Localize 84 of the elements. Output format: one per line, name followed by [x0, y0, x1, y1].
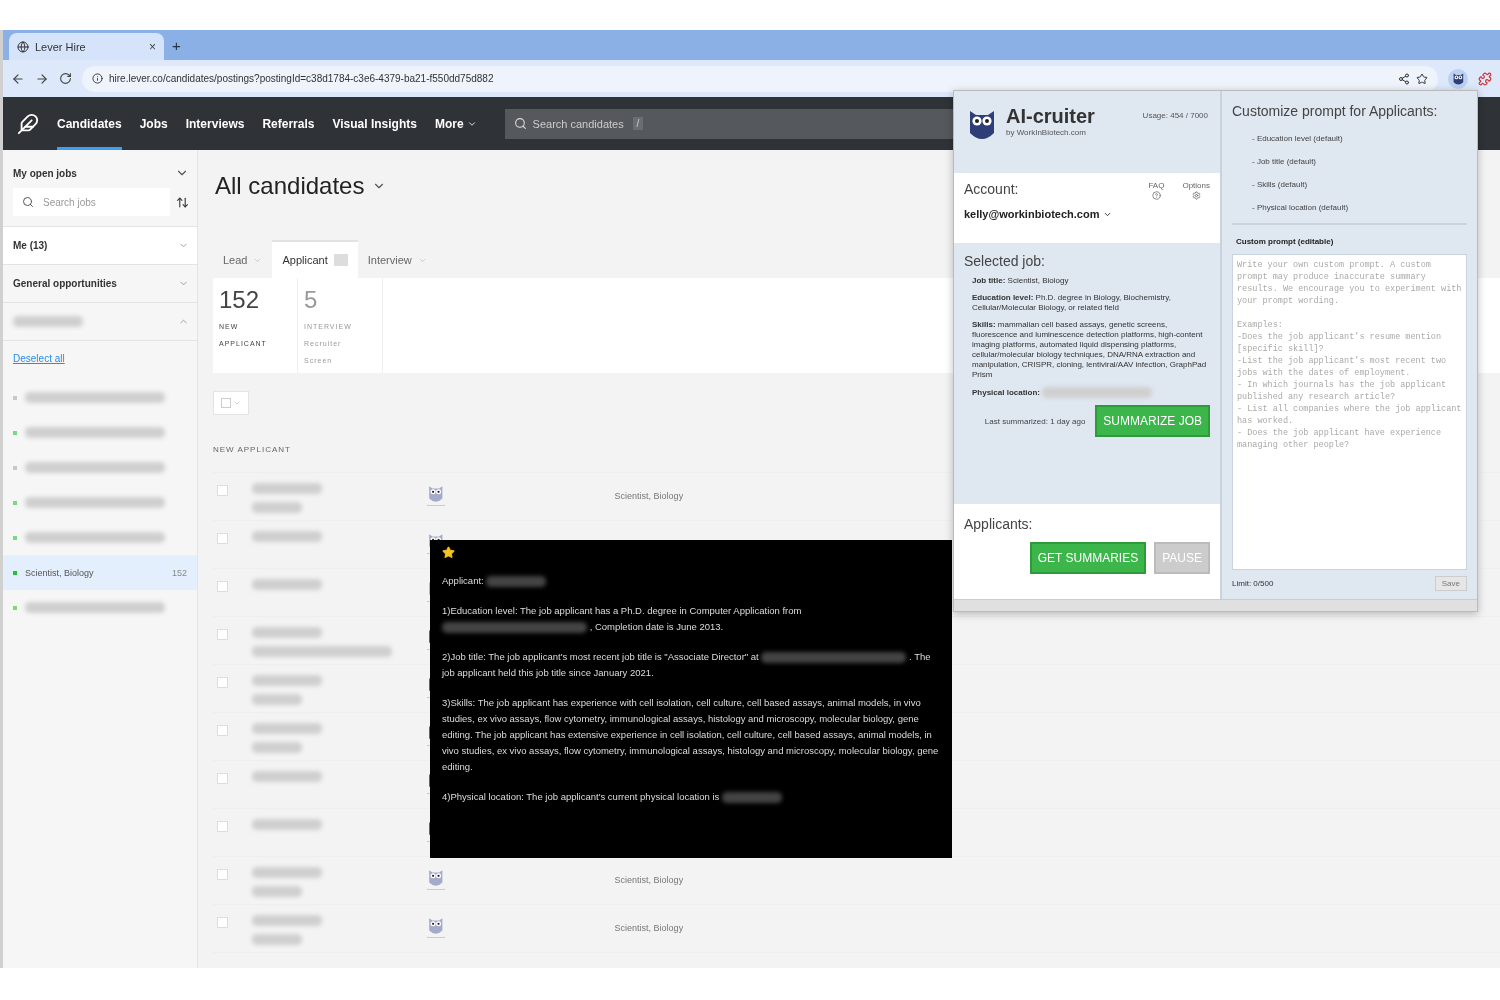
stat-count: 5: [304, 286, 319, 314]
new-tab-button[interactable]: +: [172, 36, 181, 54]
back-icon[interactable]: [11, 71, 25, 86]
url-text: hire.lever.co/candidates/postings?postingId=c38d1784-c3e6-4379-ba21-f550dd75d882: [109, 73, 494, 84]
usage-text: Usage: 454 / 7000: [1142, 111, 1208, 120]
search-icon: [513, 116, 527, 130]
row-checkbox[interactable]: [217, 581, 228, 592]
summary-paragraph: 4)Physical location: The job applicant's current physical location is: [442, 789, 940, 805]
row-checkbox[interactable]: [217, 629, 228, 640]
extension-button[interactable]: [1448, 68, 1468, 89]
default-prompt-item: - Physical location (default): [1252, 202, 1350, 213]
row-checkbox[interactable]: [217, 533, 228, 544]
sort-icon[interactable]: [176, 195, 189, 209]
row-checkbox[interactable]: [217, 773, 228, 784]
browser-tab[interactable]: Lever Hire ×: [9, 33, 164, 60]
stat-count: 152: [219, 286, 261, 314]
select-all-dropdown[interactable]: [213, 391, 249, 415]
last-summarized-text: Last summarized: 1 day ago: [984, 416, 1086, 426]
stage-tab[interactable]: Lead: [213, 240, 273, 278]
job-cell: Scientist, Biology: [614, 923, 684, 933]
account-link[interactable]: Options: [1182, 181, 1210, 200]
section-heading: Selected job:: [964, 253, 1046, 269]
reload-icon[interactable]: [59, 72, 72, 85]
limit-text: Limit: 0/500: [1232, 579, 1274, 588]
redacted-text: [13, 316, 83, 327]
nav-tab[interactable]: Jobs: [139, 97, 168, 150]
job-list-item[interactable]: Scientist, Biology 152: [3, 555, 197, 590]
logo-icon: [17, 112, 39, 135]
default-prompt-item: - Education level (default): [1252, 133, 1344, 144]
sidebar-heading: My open jobs: [13, 167, 77, 179]
job-count: 152: [171, 567, 187, 578]
help-icon: [1151, 191, 1161, 200]
page-title: All candidates: [215, 172, 365, 200]
job-group-label[interactable]: Me (13): [13, 240, 48, 251]
prompt-heading: Customize prompt for Applicants:: [1232, 103, 1439, 119]
job-cell: Scientist, Biology: [614, 875, 684, 885]
puzzle-icon[interactable]: [1478, 71, 1492, 86]
address-bar[interactable]: hire.lever.co/candidates/postings?postingId=c38d1784-c3e6-4379-ba21-f550dd75d882: [82, 65, 1438, 92]
forward-icon[interactable]: [35, 71, 49, 86]
summary-paragraph: 2)Job title: The job applicant's most recent job title is "Associate Director" at . The job applicant held this job title since January 2021.: [442, 650, 932, 680]
share-icon[interactable]: [1398, 72, 1410, 85]
custom-prompt-label: Custom prompt (editable): [1236, 237, 1335, 246]
row-checkbox[interactable]: [217, 917, 228, 928]
settings-icon: [1191, 191, 1201, 200]
job-group-label[interactable]: General opportunities: [13, 278, 117, 289]
stage-tab[interactable]: Interview: [357, 240, 437, 278]
job-cell: Scientist, Biology: [614, 491, 684, 501]
caret-icon: [233, 399, 241, 407]
search-icon: [22, 196, 34, 208]
job-field: Education level: Ph.D. degree in Biology, Biochemistry, Cellular/Molecular Biology, or related field: [964, 293, 1210, 313]
default-prompt-item: - Job title (default): [1252, 156, 1318, 167]
account-link[interactable]: FAQ: [1148, 181, 1165, 200]
favicon-icon: [17, 40, 29, 53]
summary-paragraph: 1)Education level: The job applicant has a Ph.D. degree in Computer Application from , Completion date is June 2013.: [442, 604, 803, 635]
row-checkbox[interactable]: [217, 725, 228, 736]
count-badge: [333, 254, 348, 266]
tab-close[interactable]: ×: [149, 39, 156, 54]
stage-tab[interactable]: Applicant: [272, 240, 358, 278]
site-info-icon[interactable]: [92, 73, 103, 84]
row-checkbox[interactable]: [217, 869, 228, 880]
shortcut-key: /: [632, 116, 644, 130]
checkbox[interactable]: [221, 398, 231, 408]
nav-tab[interactable]: More: [434, 97, 477, 150]
job-field: Physical location:: [964, 387, 1210, 398]
nav-tab[interactable]: Referrals: [262, 97, 315, 150]
bookmark-icon[interactable]: [1416, 72, 1428, 85]
section-heading: Applicants:: [964, 516, 1034, 532]
nav-tab[interactable]: Interviews: [185, 97, 245, 150]
default-prompt-item: - Skills (default): [1252, 179, 1309, 190]
job-field: Skills: mammalian cell based assays, genetic screens, fluorescence and luminescence detection platforms, high-content imaging platforms, automated liquid dispensing platforms, cellular/molecular biology techniques, DNA/RNA extraction and manipulation, CRISPR, cloning, lentiviral/AAV infection, GraphPad Prism: [964, 320, 1210, 380]
job-search-field[interactable]: Search jobs: [13, 188, 170, 216]
tab-title: Lever Hire: [35, 40, 87, 53]
horizontal-scrollbar[interactable]: [954, 599, 1477, 611]
summary-paragraph: Applicant:: [442, 573, 940, 589]
nav-tab[interactable]: Visual Insights: [332, 97, 417, 150]
row-checkbox[interactable]: [217, 821, 228, 832]
summary-paragraph: 3)Skills: The job applicant has experience with cell isolation, cell culture, cell based assays, animal models, in vivo studies, ex vivo assays, flow cytometry, immunological assays, histology and microscopy, molecular biology, gene editing. The job applicant has extensive experience in cell isolation, cell culture, cell based assays, animal models, in vivo studies, ex vivo assays, flow cytometry, immunological assays, histology and microscopy, molecular biology, gene editing.: [442, 696, 940, 774]
row-checkbox[interactable]: [217, 677, 228, 688]
job-title: Scientist, Biology: [25, 567, 95, 578]
section-heading: Account:: [964, 181, 1019, 197]
job-field: Job title: Scientist, Biology: [964, 276, 1210, 286]
account-email[interactable]: kelly@workinbiotech.com: [964, 208, 1100, 220]
star-icon[interactable]: [442, 546, 455, 559]
row-checkbox[interactable]: [217, 485, 228, 496]
